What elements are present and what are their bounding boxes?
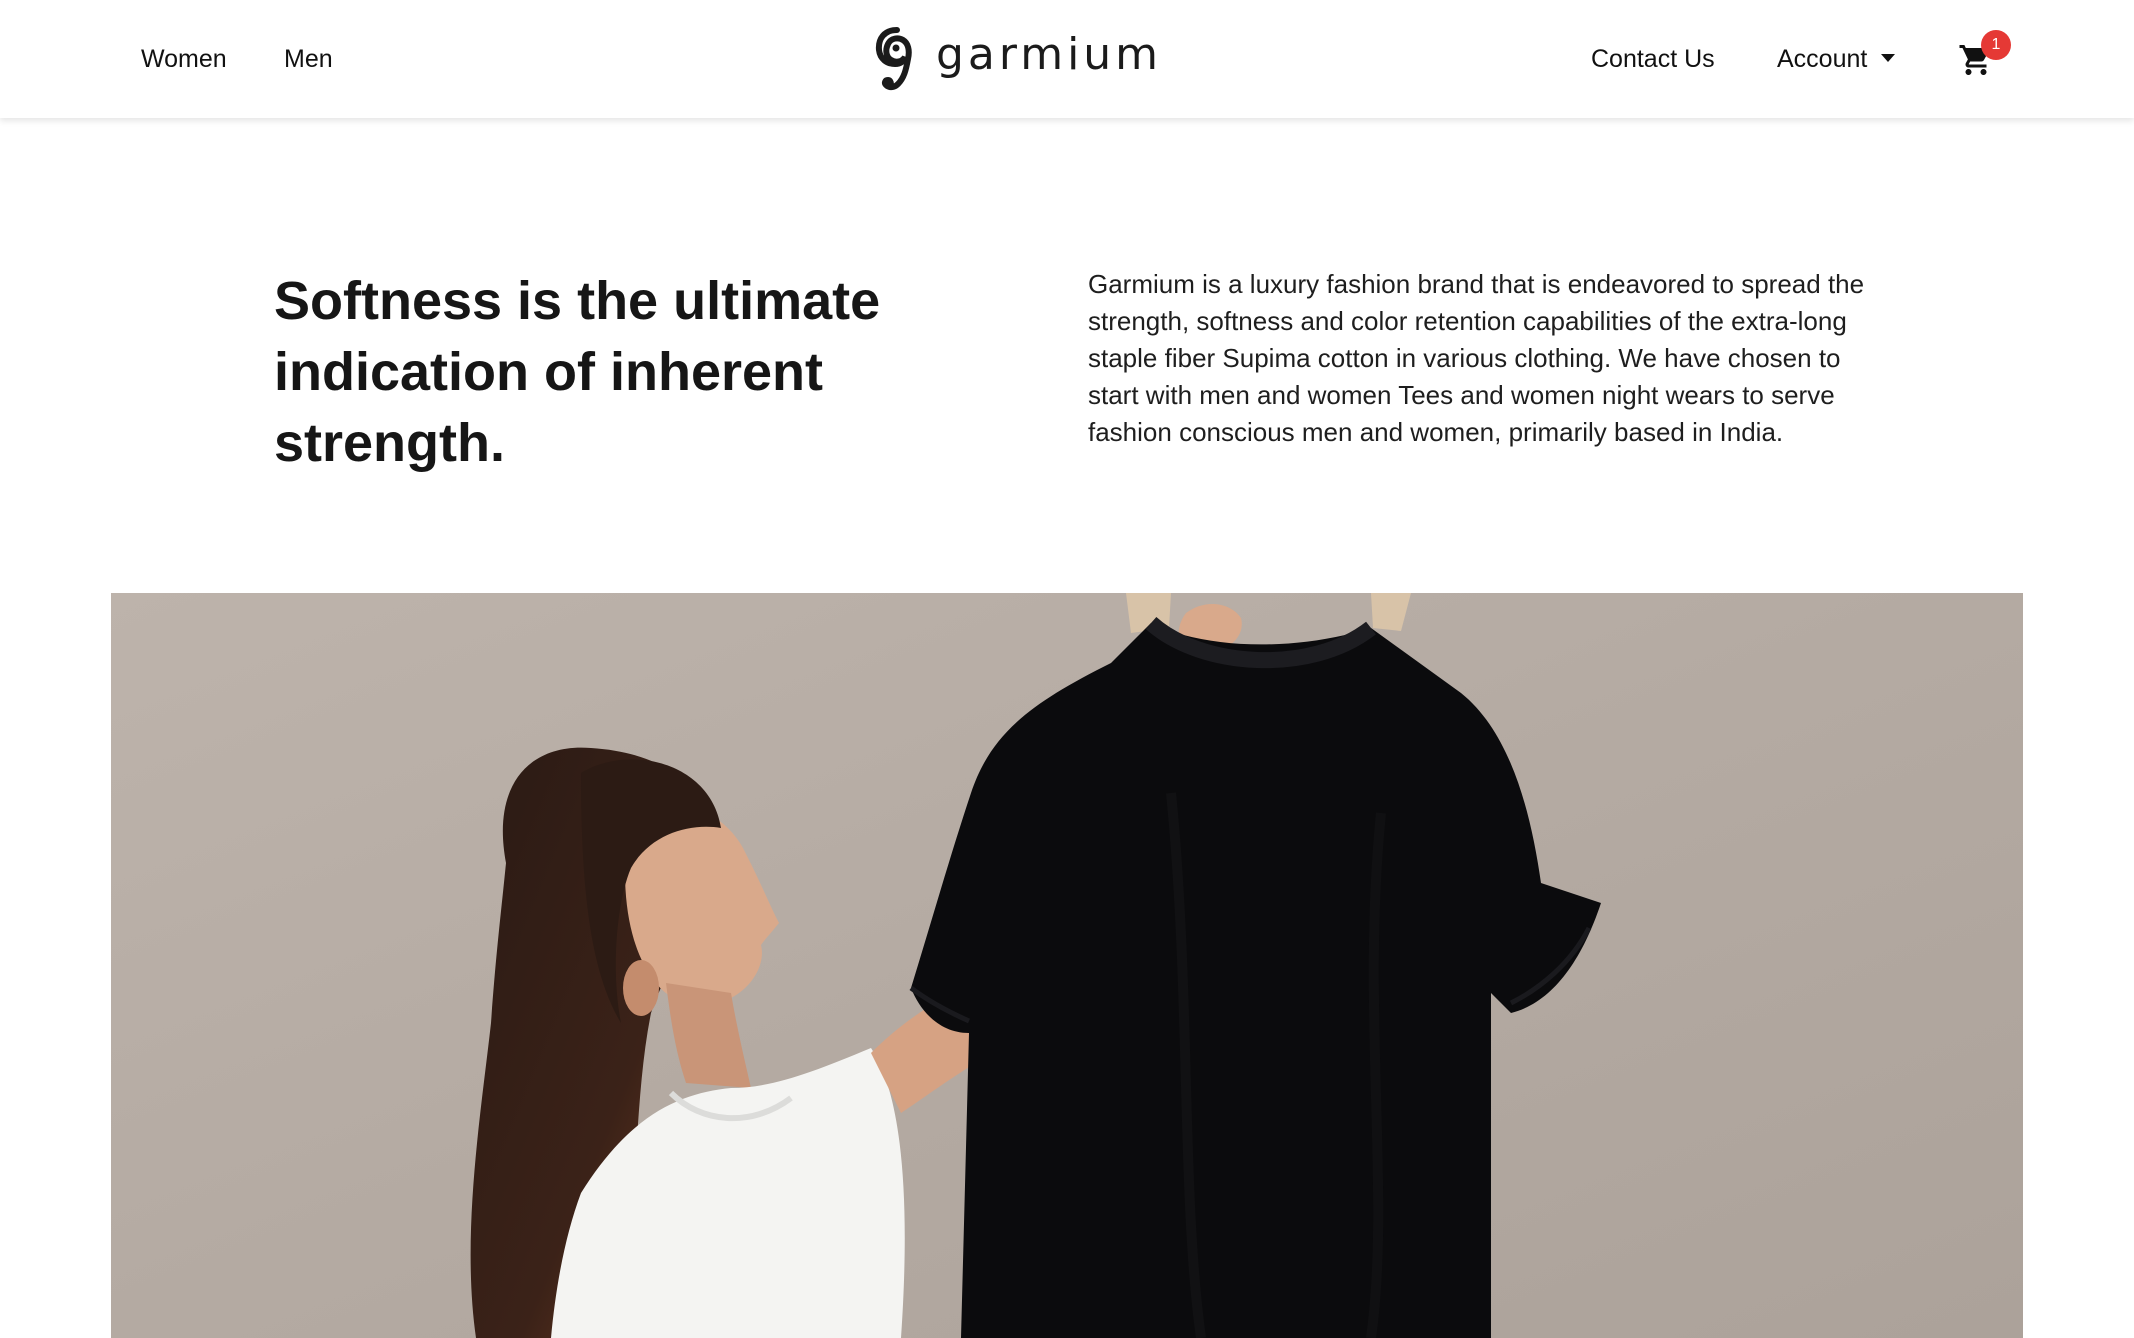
garmium-logo-icon [875, 27, 912, 91]
hero-image [111, 593, 2023, 1338]
chevron-down-icon [1881, 54, 1896, 63]
cart-count-badge: 1 [1981, 30, 2011, 60]
account-dropdown[interactable]: Account [1777, 42, 1896, 76]
nav-link-men[interactable]: Men [284, 42, 333, 76]
nav-link-women[interactable]: Women [141, 42, 227, 76]
brand-logo[interactable]: garmium [874, 26, 1158, 92]
brand-name: garmium [936, 29, 1163, 80]
brand-description: Garmium is a luxury fashion brand that i… [1088, 269, 1865, 447]
top-navbar: Women Men garmium Contact Us Account 1 [0, 0, 2134, 118]
hero-photo-illustration [111, 593, 2023, 1338]
nav-link-contact-us[interactable]: Contact Us [1591, 42, 1715, 76]
account-label: Account [1777, 45, 1868, 73]
hero-headline: Softness is the ultimate indication of i… [274, 271, 881, 473]
